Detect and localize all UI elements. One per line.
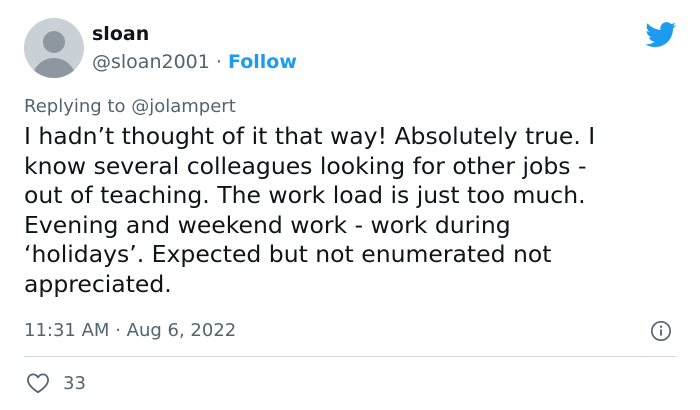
divider [24,356,676,357]
timestamp-separator: · [115,320,121,341]
avatar-shoulders-shape [32,58,76,78]
tweet-text-line: Evening and weekend work - work during [24,210,511,239]
replying-to-mention[interactable]: @jolampert [131,96,236,117]
tweet-time: 11:31 AM [24,320,110,341]
twitter-bird-icon[interactable] [645,22,677,48]
avatar-head-shape [43,31,65,53]
tweet-text-line: know several colleagues looking for othe… [24,151,587,180]
tweet-text-line: appreciated. [24,269,172,298]
replying-to-line: Replying to @jolampert [24,96,236,118]
author-handle-row: @sloan2001 · Follow [92,51,297,73]
handle-separator: · [215,51,222,73]
tweet-text-line: out of teaching. The work load is just t… [24,181,586,209]
author-name[interactable]: sloan [92,23,149,45]
tweet-text-line: I hadn’t thought of it that way! Absolut… [24,122,596,150]
avatar[interactable] [24,18,84,78]
tweet-date: Aug 6, 2022 [126,320,237,341]
heart-icon[interactable] [26,372,50,394]
tweet-text: I hadn’t thought of it that way! Absolut… [24,122,664,299]
replying-to-prefix: Replying to [24,96,126,117]
info-icon[interactable] [650,320,672,342]
follow-button[interactable]: Follow [228,51,297,73]
tweet-text-line: ‘holidays’. Expected but not enumerated … [24,240,552,268]
author-handle[interactable]: @sloan2001 [92,51,210,73]
tweet-timestamp[interactable]: 11:31 AM · Aug 6, 2022 [24,320,236,342]
like-count: 33 [63,373,86,394]
